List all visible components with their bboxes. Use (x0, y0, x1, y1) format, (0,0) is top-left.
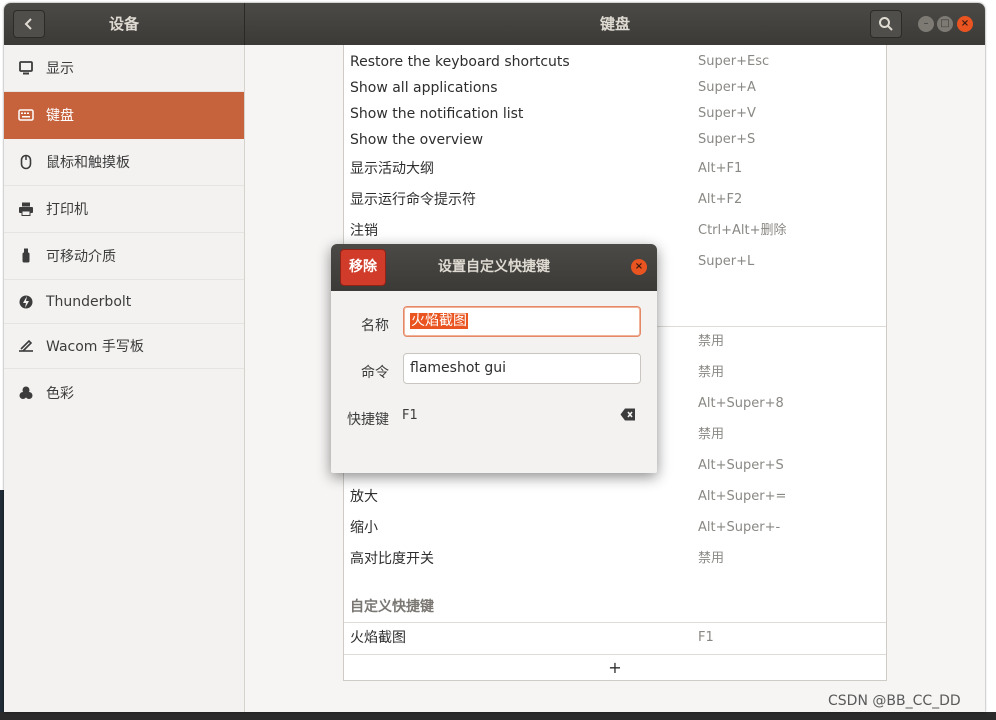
custom-shortcut-dialog: 移除 设置自定义快捷键 × 名称 火焰截图 命令 flameshot gui 快… (331, 244, 657, 473)
shortcut-key: Alt+F2 (698, 192, 743, 207)
sidebar-item-removable-media[interactable]: 可移动介质 (4, 233, 244, 280)
shortcut-key: Super+S (698, 132, 756, 147)
header-bar: 设备 键盘 – □ × (4, 3, 985, 46)
shortcut-key: Alt+Super+8 (698, 396, 784, 411)
search-icon (879, 17, 893, 31)
dialog-title: 设置自定义快捷键 (438, 259, 550, 275)
watermark: CSDN @BB_CC_DD (828, 693, 961, 709)
shortcut-name: 显示运行命令提示符 (350, 192, 476, 208)
sidebar-item-mouse[interactable]: 鼠标和触摸板 (4, 139, 244, 186)
shortcut-key: 禁用 (698, 551, 725, 566)
printer-icon (16, 199, 36, 219)
remove-button[interactable]: 移除 (340, 249, 386, 286)
shortcut-key: Super+L (698, 254, 755, 269)
sidebar-item-thunderbolt[interactable]: Thunderbolt (4, 280, 244, 324)
shortcut-key: 禁用 (698, 365, 725, 380)
name-field-value: 火焰截图 (410, 313, 468, 329)
shortcut-key: Ctrl+Alt+删除 (698, 223, 787, 238)
shortcut-key: Alt+Super+= (698, 489, 787, 504)
sidebar-item-label: 鼠标和触摸板 (46, 155, 130, 171)
shortcut-name: 放大 (350, 489, 378, 505)
sidebar-item-label: 可移动介质 (46, 249, 116, 265)
shortcut-name: 高对比度开关 (350, 551, 434, 567)
shortcut-row[interactable]: 高对比度开关 禁用 (344, 546, 886, 572)
shortcut-row[interactable]: 显示运行命令提示符 Alt+F2 (344, 187, 886, 213)
sidebar-item-label: Wacom 手写板 (46, 339, 144, 355)
sidebar-item-printer[interactable]: 打印机 (4, 186, 244, 233)
backspace-clear-icon[interactable] (620, 408, 636, 421)
custom-shortcuts-heading: 自定义快捷键 (350, 599, 434, 615)
shortcut-key: Alt+F1 (698, 161, 743, 176)
shortcut-key: Alt+Super+S (698, 458, 784, 473)
close-icon: × (634, 261, 644, 272)
shortcut-row[interactable]: Show all applications Super+A (344, 75, 886, 101)
shortcut-name: Restore the keyboard shortcuts (350, 54, 570, 70)
minimize-icon: – (923, 18, 929, 29)
command-label: 命令 (361, 365, 389, 381)
shortcut-row[interactable]: Show the overview Super+S (344, 127, 886, 153)
shortcut-name: 火焰截图 (350, 630, 406, 646)
close-button[interactable]: × (957, 16, 973, 32)
maximize-icon: □ (940, 18, 950, 29)
dialog-header: 移除 设置自定义快捷键 × (331, 244, 657, 291)
shortcut-name: 缩小 (350, 520, 378, 536)
shortcut-key: Super+Esc (698, 54, 770, 69)
shortcut-name: 注销 (350, 223, 378, 239)
dialog-close-button[interactable]: × (631, 259, 647, 275)
display-icon (16, 58, 36, 78)
tablet-icon (16, 336, 36, 356)
mouse-icon (16, 152, 36, 172)
shortcut-row[interactable]: 显示活动大纲 Alt+F1 (344, 156, 886, 182)
shortcut-row[interactable]: 注销 Ctrl+Alt+删除 (344, 218, 886, 244)
shortcut-row[interactable]: Restore the keyboard shortcuts Super+Esc (344, 49, 886, 75)
sidebar-item-color[interactable]: 色彩 (4, 369, 244, 416)
shortcut-row[interactable]: 缩小 Alt+Super+- (344, 515, 886, 541)
shortcut-name: 显示活动大纲 (350, 161, 434, 177)
sidebar-item-label: 色彩 (46, 385, 74, 402)
sidebar-item-label: 键盘 (46, 108, 74, 124)
sidebar: 显示 键盘 鼠标和触摸板 打印机 可移动介质 Thunderbolt Wacom… (4, 45, 245, 712)
sidebar-item-keyboard[interactable]: 键盘 (4, 92, 244, 139)
sidebar-item-label: 打印机 (46, 202, 88, 218)
shortcut-key: Super+V (698, 106, 756, 121)
shortcut-label: 快捷键 (347, 412, 389, 428)
color-icon (16, 383, 36, 403)
sidebar-item-wacom[interactable]: Wacom 手写板 (4, 324, 244, 369)
minimize-button[interactable]: – (918, 16, 934, 32)
removable-media-icon (16, 246, 36, 266)
shortcut-key: 禁用 (698, 334, 725, 349)
shortcut-row[interactable]: Show the notification list Super+V (344, 101, 886, 127)
search-button[interactable] (870, 10, 902, 38)
close-icon: × (960, 18, 970, 29)
thunderbolt-icon (16, 292, 36, 312)
keyboard-icon (16, 105, 36, 125)
shortcut-value[interactable]: F1 (402, 408, 418, 423)
maximize-button[interactable]: □ (937, 16, 953, 32)
sidebar-item-label: Thunderbolt (46, 293, 132, 310)
shortcut-key: Alt+Super+- (698, 520, 781, 535)
shortcut-key: F1 (698, 630, 714, 645)
name-label: 名称 (361, 318, 389, 334)
custom-shortcut-row[interactable]: 火焰截图 F1 (344, 625, 886, 651)
sidebar-item-display[interactable]: 显示 (4, 45, 244, 92)
command-field[interactable]: flameshot gui (403, 353, 641, 384)
shortcut-key: Super+A (698, 80, 756, 95)
sidebar-item-label: 显示 (46, 61, 74, 77)
shortcut-row[interactable]: 放大 Alt+Super+= (344, 484, 886, 510)
shortcut-key: 禁用 (698, 427, 725, 442)
add-shortcut-button[interactable]: + (344, 654, 886, 682)
name-field[interactable]: 火焰截图 (403, 306, 641, 337)
desktop-background-bottom (0, 712, 996, 720)
panel-title: 设备 (108, 15, 139, 33)
shortcut-name: Show all applications (350, 80, 498, 96)
shortcut-name: Show the overview (350, 132, 484, 148)
section-divider (344, 622, 886, 623)
shortcut-name: Show the notification list (350, 106, 524, 122)
